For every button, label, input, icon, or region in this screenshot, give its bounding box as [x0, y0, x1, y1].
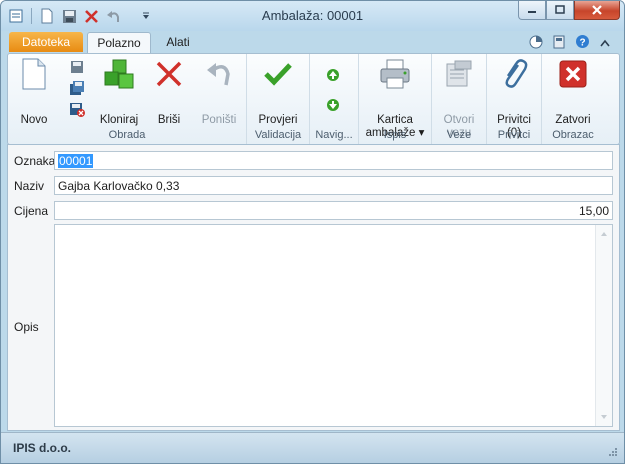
kartica-label-1: Kartica — [377, 114, 413, 126]
minimize-button[interactable] — [518, 1, 546, 20]
company-name: IPIS d.o.o. — [13, 441, 72, 455]
save-all-icon[interactable] — [68, 79, 86, 97]
naziv-field[interactable]: Gajba Karlovačko 0,33 — [54, 176, 613, 195]
otvori-label-1: Otvori — [443, 114, 475, 126]
group-label-veze: Veze — [446, 129, 472, 141]
arrow-down-icon — [327, 99, 339, 111]
kartica-ambalaze-button[interactable]: Kartica ambalaže ▾ — [363, 58, 427, 140]
tab-datoteka[interactable]: Datoteka — [9, 32, 83, 52]
group-label-obrazac: Obrazac — [552, 129, 594, 141]
oznaka-field[interactable]: 00001 — [54, 151, 613, 170]
ponisti-label: Poništi — [201, 114, 237, 126]
minimize-icon — [528, 11, 536, 13]
printer-icon — [379, 58, 411, 90]
oznaka-label: Oznaka — [14, 154, 56, 168]
otvori-vezu-button[interactable]: Otvori vezu — [436, 58, 482, 140]
resize-grip-icon[interactable] — [608, 447, 618, 457]
scroll-up-icon — [601, 232, 607, 236]
new-document-icon — [18, 58, 50, 90]
group-obrazac: Zatvori Obrazac — [542, 54, 604, 144]
naziv-label: Naziv — [14, 179, 45, 193]
oznaka-value: 00001 — [58, 154, 94, 168]
scroll-down-icon — [601, 415, 607, 419]
group-navig: Navig... — [310, 54, 359, 144]
save-close-icon[interactable] — [68, 100, 86, 118]
app-window: Ambalaža: 00001 Datoteka Polazno Alati ?… — [0, 0, 625, 464]
delete-x-large-icon — [153, 58, 185, 90]
opis-scrollbar[interactable] — [595, 225, 612, 426]
novo-label: Novo — [20, 114, 48, 126]
cijena-field[interactable]: 15,00 — [54, 201, 613, 220]
group-label-privitci: Privitci — [497, 129, 531, 141]
status-bar: IPIS d.o.o. — [1, 432, 624, 463]
collapse-ribbon-icon[interactable] — [600, 36, 610, 50]
close-icon — [592, 5, 602, 15]
provjeri-label: Provjeri — [258, 114, 298, 126]
paperclip-icon — [498, 58, 530, 90]
nav-down-button[interactable] — [324, 96, 342, 114]
privitci-button[interactable]: Privitci (0) — [491, 58, 537, 140]
group-label-ispis: Ispis — [383, 129, 407, 141]
brisi-label: Briši — [157, 114, 181, 126]
undo-large-icon — [203, 58, 235, 90]
privitci-label-1: Privitci — [497, 114, 531, 126]
help-icon[interactable]: ? — [575, 34, 590, 52]
kloniraj-label: Kloniraj — [99, 114, 139, 126]
novo-button[interactable]: Novo — [14, 58, 54, 127]
maximize-button[interactable] — [546, 1, 574, 20]
zatvori-button[interactable]: Zatvori — [548, 58, 598, 127]
zatvori-label: Zatvori — [555, 114, 591, 126]
ponisti-button[interactable]: Poništi — [196, 58, 242, 127]
maximize-icon — [555, 5, 565, 14]
cijena-label: Cijena — [14, 204, 49, 218]
tab-polazno[interactable]: Polazno — [87, 32, 151, 54]
ribbon-right-icons: ? — [529, 34, 610, 52]
brisi-button[interactable]: Briši — [146, 58, 192, 127]
group-obrada: Novo Kloniraj Briši Poništi Obrada — [8, 54, 247, 144]
provjeri-button[interactable]: Provjeri — [253, 58, 303, 127]
close-form-icon — [557, 58, 589, 90]
save-small-icon[interactable] — [68, 58, 86, 76]
tab-alati[interactable]: Alati — [157, 32, 199, 52]
opis-textarea[interactable] — [54, 224, 613, 427]
opis-label: Opis — [14, 320, 39, 334]
ribbon-panel: Novo Kloniraj Briši Poništi Obrada Provj… — [7, 53, 620, 145]
arrow-up-icon — [327, 69, 339, 81]
chart-pie-icon[interactable] — [529, 35, 543, 52]
group-veze: Otvori vezu Veze — [432, 54, 487, 144]
svg-text:?: ? — [579, 38, 585, 49]
nav-up-button[interactable] — [324, 66, 342, 84]
linked-document-icon — [443, 58, 475, 90]
group-label-navig: Navig... — [315, 129, 353, 141]
form-panel: Oznaka 00001 Naziv Gajba Karlovačko 0,33… — [7, 144, 620, 431]
window-controls — [518, 1, 620, 20]
group-label-obrada: Obrada — [108, 129, 146, 141]
clone-cubes-icon — [103, 58, 135, 90]
group-label-validacija: Validacija — [254, 129, 302, 141]
ribbon-tab-row: Datoteka Polazno Alati ? — [1, 31, 624, 54]
group-privitci: Privitci (0) Privitci — [487, 54, 542, 144]
title-bar: Ambalaža: 00001 — [1, 1, 624, 31]
group-validacija: Provjeri Validacija — [247, 54, 310, 144]
check-icon — [262, 58, 294, 90]
group-ispis: Kartica ambalaže ▾ Ispis — [359, 54, 432, 144]
close-window-button[interactable] — [574, 1, 620, 20]
calculator-icon[interactable] — [553, 35, 565, 52]
kloniraj-button[interactable]: Kloniraj — [96, 58, 142, 127]
